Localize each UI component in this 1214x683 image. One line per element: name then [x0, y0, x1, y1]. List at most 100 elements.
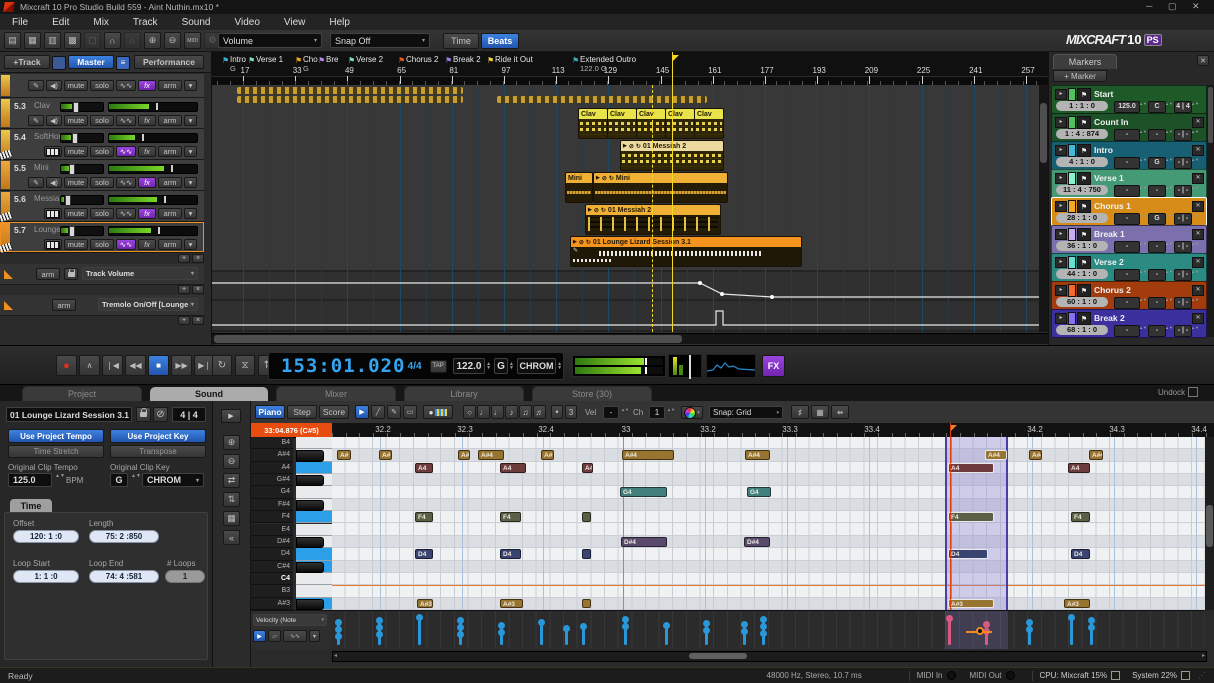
solo-button[interactable]: solo	[90, 115, 114, 126]
midi-note[interactable]: D#4	[621, 537, 667, 547]
menu-sound[interactable]: Sound	[182, 17, 211, 28]
midi-note-selected[interactable]: F4	[948, 512, 994, 522]
marker-key-field-spinner[interactable]: ▲▼	[1165, 157, 1170, 162]
marker-tempo-field-spinner[interactable]: ▲▼	[1139, 241, 1144, 246]
velocity-handle[interactable]	[1026, 626, 1033, 633]
marker-key-field[interactable]: -	[1148, 269, 1166, 281]
time-stretch-button[interactable]: Time Stretch	[8, 445, 104, 458]
automation-button[interactable]: ∿∿	[116, 146, 136, 157]
marker-expand-button[interactable]: ▸	[1055, 145, 1067, 156]
zoom-out-button[interactable]: ⊖	[164, 32, 181, 49]
marker-sig-field[interactable]: 4 | 4	[1174, 101, 1192, 113]
velocity-handle[interactable]	[1088, 624, 1095, 631]
eraser-tool-button[interactable]: ▭	[403, 405, 417, 419]
blank-button[interactable]: ▢	[84, 32, 101, 49]
draw-tool-button[interactable]: ✎	[28, 115, 44, 126]
marker-key-field-spinner[interactable]: ▲▼	[1165, 297, 1170, 302]
v-zoom-button[interactable]: ⇅	[223, 492, 240, 507]
note-duration-button-3[interactable]: ♩	[491, 405, 504, 419]
scroll-right-arrow-icon[interactable]: ▸	[1202, 652, 1205, 659]
black-key[interactable]	[296, 562, 324, 573]
zoom-in-button[interactable]: ⊕	[144, 32, 161, 49]
mode-piano-button[interactable]: Piano	[255, 405, 285, 419]
clip-area[interactable]: ClavClavClavClavClav▶⊘↻01 Messiah 2Mini▶…	[212, 85, 1048, 332]
midi-note-selected[interactable]: A4	[948, 463, 994, 473]
timeline-marker[interactable]: ⚑Extended Outro122.0 G	[572, 55, 579, 65]
automation-plus-button[interactable]: +	[178, 316, 190, 325]
scrollbar-thumb[interactable]	[689, 653, 747, 659]
record-button[interactable]: ●	[56, 355, 77, 376]
solo-button[interactable]: solo	[90, 146, 114, 157]
marker-close-button[interactable]: ✕	[1192, 145, 1204, 156]
marker-tempo-field-spinner[interactable]: ▲▼	[1139, 157, 1144, 162]
scrollbar-thumb[interactable]	[1206, 505, 1213, 547]
orig-tempo-field[interactable]: 125.0	[8, 473, 52, 487]
marker-key-field-spinner[interactable]: ▲▼	[1165, 269, 1170, 274]
marker-sig-field[interactable]: - | -	[1174, 157, 1192, 169]
marker-key-field[interactable]: -	[1148, 325, 1166, 337]
velocity-handle[interactable]	[580, 623, 587, 630]
velocity-handle[interactable]	[760, 623, 767, 630]
tab-project[interactable]: Project	[22, 386, 142, 401]
add-track-button[interactable]: +Track	[4, 55, 50, 69]
marker-time-field[interactable]: 4 : 1 : 0	[1056, 157, 1108, 167]
marker-expand-button[interactable]: ▸	[1055, 117, 1067, 128]
note-duration-button-5[interactable]: ♫	[519, 405, 532, 419]
midi-note[interactable]: F4	[415, 512, 433, 522]
marker-item-intro[interactable]: ▸⚑Intro✕4 : 1 : 0-▲▼G▲▼- | -▲▼	[1051, 141, 1207, 170]
velocity-handle[interactable]	[741, 621, 748, 628]
velocity-handle[interactable]	[1068, 614, 1075, 621]
marker-key-field[interactable]: -	[1148, 297, 1166, 309]
midi-note[interactable]: A#4	[745, 450, 770, 460]
clip[interactable]: Mini	[565, 172, 593, 203]
midi-note[interactable]: A#3	[417, 599, 433, 609]
marker-key-field-spinner[interactable]: ▲▼	[1165, 325, 1170, 330]
clip-lock-button[interactable]	[136, 407, 151, 422]
marker-tempo-field[interactable]: -	[1114, 269, 1140, 281]
velocity-edit-handle[interactable]	[976, 627, 984, 635]
marker-sig-field[interactable]: - | -	[1174, 241, 1192, 253]
marker-sig-field-spinner[interactable]: ▲▼	[1191, 269, 1196, 274]
zoom-out-button[interactable]: ⊖	[223, 454, 240, 469]
timeline-marker[interactable]: ⚑Chorus 2	[398, 55, 405, 65]
velocity-handle[interactable]	[946, 615, 953, 622]
markers-tab[interactable]: Markers	[1053, 54, 1117, 69]
velocity-handle[interactable]	[760, 616, 767, 623]
keyboard-button[interactable]	[44, 208, 62, 219]
marker-key-field[interactable]: -	[1148, 129, 1166, 141]
velocity-handle[interactable]	[538, 619, 545, 626]
piano-key-e4[interactable]	[296, 524, 332, 536]
marker-sig-field-spinner[interactable]: ▲▼	[1191, 325, 1196, 330]
note-duration-button-6[interactable]: ♬	[533, 405, 546, 419]
fx-button[interactable]: fx	[138, 146, 156, 157]
track-volume-slider[interactable]	[60, 133, 104, 143]
track-chevron-button[interactable]: ▾	[184, 80, 197, 91]
velocity-handle[interactable]	[498, 629, 505, 636]
marker-sig-field[interactable]: - | -	[1174, 213, 1192, 225]
velocity-handle[interactable]	[376, 617, 383, 624]
piano-roll-ruler[interactable]: 33:04.876 (C#5)32.232.332.43333.233.333.…	[251, 423, 1214, 438]
minimize-button[interactable]: ─	[1146, 1, 1152, 11]
orig-key-spinner[interactable]: ▲▼	[130, 474, 142, 478]
menu-file[interactable]: File	[12, 17, 28, 28]
velocity-handle[interactable]	[457, 617, 464, 624]
track-row-partial[interactable]: ✎◀)mutesolo∿∿fxarm▾	[0, 74, 204, 98]
time-mode-button[interactable]: Time	[443, 33, 479, 49]
marker-close-button[interactable]: ✕	[1192, 257, 1204, 268]
marker-tempo-field-spinner[interactable]: ▲▼	[1139, 269, 1144, 274]
timeline-vscrollbar[interactable]	[1039, 85, 1048, 332]
piano-key-g4[interactable]	[296, 486, 332, 498]
marker-tempo-field[interactable]: -	[1114, 213, 1140, 225]
timeline-marker[interactable]: ⚑IntroG	[222, 55, 229, 65]
marker-close-button[interactable]: ✕	[1192, 313, 1204, 324]
volume-handle[interactable]	[69, 226, 75, 237]
velocity-handle[interactable]	[335, 633, 342, 640]
stop-button[interactable]: ■	[148, 355, 169, 376]
midi-note[interactable]: G4	[747, 487, 771, 497]
automation-param-dropdown[interactable]: Tremolo On/Off [Lounge Liz...▾	[98, 298, 198, 311]
marker-expand-button[interactable]: ▸	[1055, 257, 1067, 268]
note-duration-button-2[interactable]: ♩	[477, 405, 490, 419]
velocity-handle[interactable]	[983, 621, 990, 628]
midi-note[interactable]	[582, 599, 591, 609]
headphones-2-button[interactable]: ∩	[124, 32, 141, 49]
